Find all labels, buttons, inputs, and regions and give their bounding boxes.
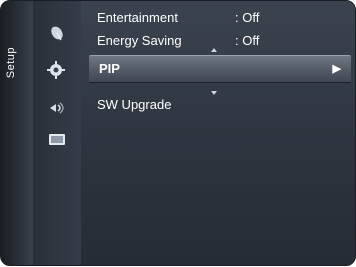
screen-input-icon[interactable] [47, 131, 67, 149]
menu-item-value: : Off [235, 33, 260, 48]
category-rail: Setup [1, 1, 34, 265]
menu-item-value: : Off [235, 10, 260, 25]
setup-menu-window: Setup Entertainment: Off Energy Saving … [0, 0, 356, 266]
menu-item-entertainment[interactable]: Entertainment : Off [89, 8, 347, 28]
menu-item-pip[interactable]: PIP ▶ [89, 55, 351, 83]
menu-item-label: Entertainment [97, 10, 178, 25]
category-label: Setup [5, 47, 17, 79]
submenu-arrow-icon: ▶ [332, 63, 341, 75]
pip-sound-icon[interactable] [47, 99, 67, 117]
menu-item-sw-upgrade[interactable]: SW Upgrade [89, 95, 347, 115]
menu-item-label: SW Upgrade [97, 97, 172, 112]
setup-menu-list: Entertainment : Off Energy Saving : Off … [81, 1, 355, 265]
satellite-dish-icon[interactable] [47, 25, 67, 43]
menu-item-energy-saving[interactable]: Energy Saving : Off [89, 31, 347, 51]
gear-icon[interactable] [47, 61, 67, 79]
menu-item-label: PIP [99, 61, 120, 76]
menu-item-label: Energy Saving [97, 33, 182, 48]
scroll-up-icon [211, 48, 217, 52]
category-icon-column [33, 1, 111, 265]
